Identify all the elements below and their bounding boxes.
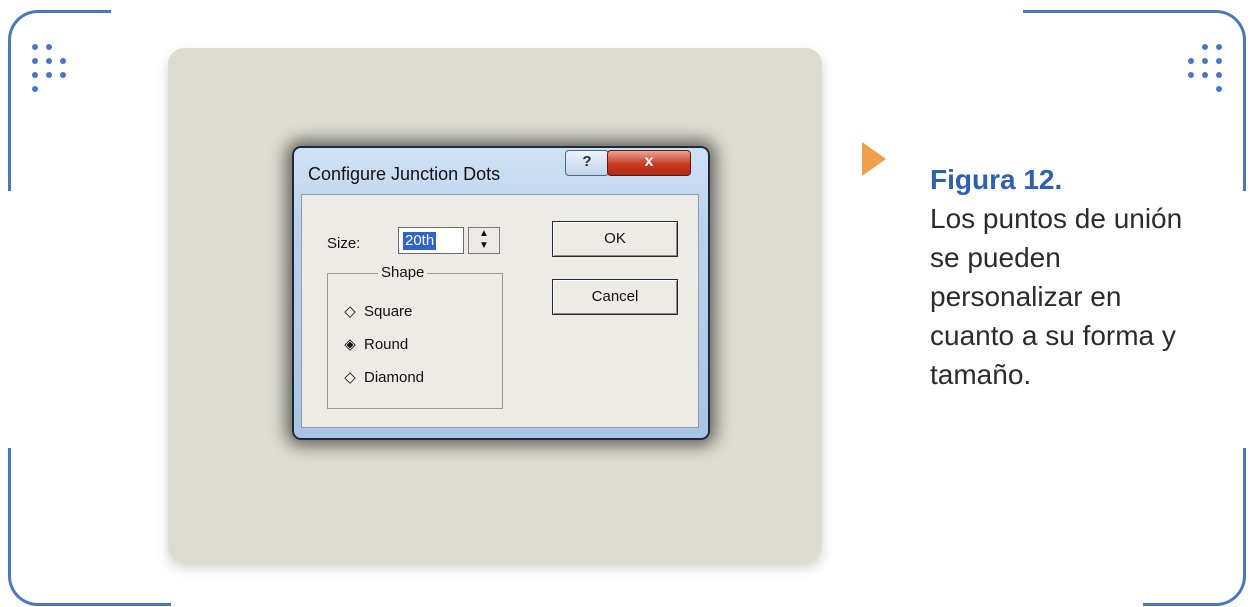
radio-round[interactable]: ◈ Round (342, 335, 408, 353)
caption-text: Los puntos de unión se pueden personaliz… (930, 203, 1183, 390)
decorative-dots-right (1188, 44, 1224, 94)
caption-title: Figura 12. (930, 164, 1063, 195)
radio-diamond-label: Diamond (364, 369, 425, 386)
shape-group: Shape ◇ Square ◈ Round ◇ Diamond (327, 264, 503, 409)
radio-empty-diamond-icon: ◇ (344, 369, 356, 386)
size-label: Size: (327, 235, 361, 252)
configure-junction-dots-dialog: Configure Junction Dots ? x Size: 20th ▲… (292, 146, 710, 440)
dialog-titlebar[interactable]: Configure Junction Dots ? x (294, 148, 708, 194)
help-button[interactable]: ? (565, 150, 609, 176)
close-button[interactable]: x (607, 150, 691, 176)
caption-arrow-icon (862, 142, 886, 176)
radio-selected-diamond-icon: ◈ (344, 336, 356, 353)
ok-button[interactable]: OK (552, 221, 678, 257)
dialog-title: Configure Junction Dots (308, 164, 501, 184)
frame-corner-bottom-left (8, 448, 171, 606)
spinner-up-icon[interactable]: ▲ (469, 228, 499, 240)
decorative-dots-left (32, 44, 68, 94)
radio-round-label: Round (364, 336, 409, 353)
size-spinner[interactable]: ▲ ▼ (468, 227, 500, 254)
frame-corner-top-left (8, 10, 111, 191)
shape-group-label: Shape (378, 264, 428, 281)
size-input[interactable]: 20th (398, 227, 464, 254)
spinner-down-icon[interactable]: ▼ (469, 240, 499, 252)
radio-diamond[interactable]: ◇ Diamond (342, 368, 424, 386)
frame-corner-bottom-right (1143, 448, 1246, 606)
size-input-value: 20th (403, 232, 437, 250)
figure-caption: Figura 12. Los puntos de unión se pueden… (930, 160, 1210, 394)
radio-square-label: Square (364, 303, 413, 320)
cancel-button[interactable]: Cancel (552, 279, 678, 315)
dialog-client-area: Size: 20th ▲ ▼ Shape ◇ Square ◈ Round ◇ Dia… (301, 194, 699, 428)
radio-square[interactable]: ◇ Square (342, 302, 412, 320)
radio-empty-diamond-icon: ◇ (344, 303, 356, 320)
